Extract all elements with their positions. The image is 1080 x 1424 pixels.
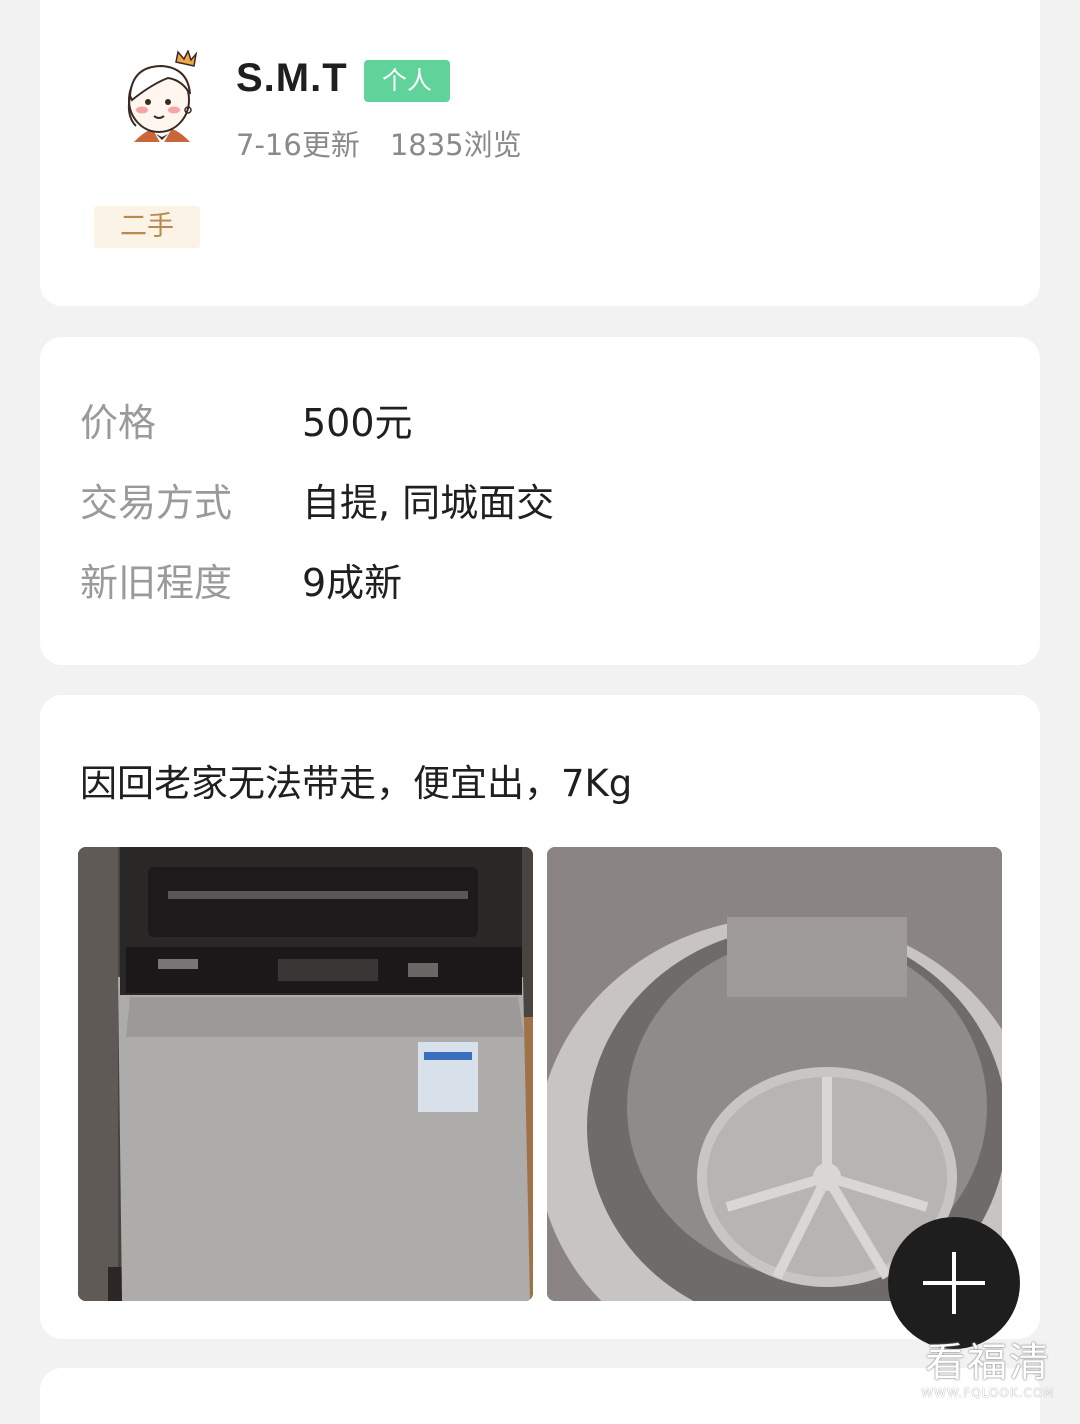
detail-value: 500元: [302, 401, 413, 445]
view-count: 1835浏览: [389, 128, 522, 162]
post-meta: 7-16更新 1835浏览: [236, 122, 522, 164]
category-tag[interactable]: 二手: [94, 206, 200, 248]
description-text: 因回老家无法带走，便宜出，7Kg: [80, 762, 633, 805]
avatar[interactable]: [112, 49, 212, 150]
seller-type-badge: 个人: [364, 60, 450, 102]
watermark: 看福清 WWW.FQLOOK.COM: [918, 1340, 1058, 1400]
add-button[interactable]: [888, 1217, 1020, 1349]
seller-card: S.M.T 个人 7-16更新 1835浏览 二手: [40, 0, 1040, 306]
detail-label: 价格: [80, 401, 157, 445]
details-card: 价格 500元 交易方式 自提, 同城面交 新旧程度 9成新: [40, 337, 1040, 665]
update-date: 7-16更新: [236, 128, 360, 162]
detail-label: 新旧程度: [80, 561, 233, 605]
next-card: [40, 1368, 1040, 1424]
watermark-url: WWW.FQLOOK.COM: [921, 1386, 1055, 1400]
description-card: 因回老家无法带走，便宜出，7Kg: [40, 695, 1040, 1339]
detail-value: 自提, 同城面交: [302, 481, 555, 525]
plus-icon: [923, 1252, 985, 1314]
photo-washer-front[interactable]: [78, 847, 533, 1301]
detail-label: 交易方式: [80, 481, 233, 525]
seller-name[interactable]: S.M.T: [236, 56, 348, 101]
detail-value: 9成新: [302, 561, 403, 605]
watermark-brand: 看福清: [925, 1340, 1051, 1386]
